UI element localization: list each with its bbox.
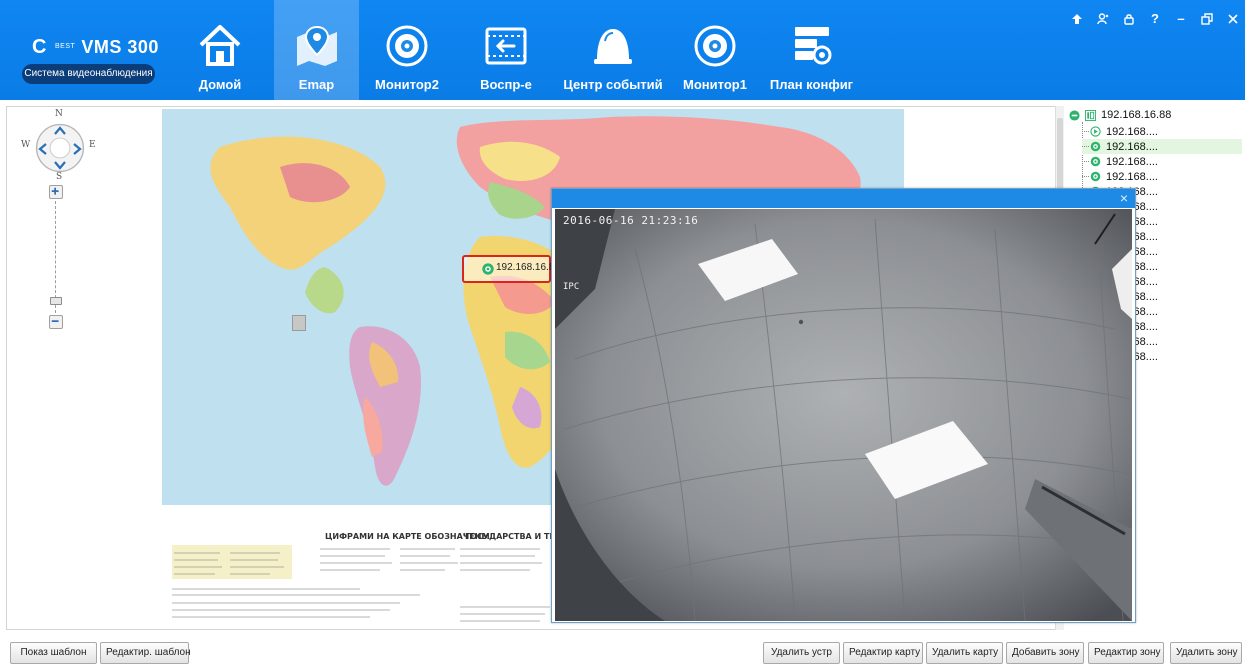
nav-label-config-plan: План конфиг — [769, 77, 854, 92]
home-icon — [199, 25, 241, 66]
close-icon[interactable] — [1221, 8, 1245, 30]
main-nav: Домой Emap Монитор2 Воспр-е Центр событи… — [180, 0, 864, 100]
edit-zone-button[interactable]: Редактир зону — [1088, 642, 1164, 664]
tree-item-channel[interactable]: 192.168.... — [1082, 124, 1158, 139]
video-popup-titlebar[interactable]: × — [552, 189, 1135, 208]
logo-c-mark: C — [32, 36, 53, 58]
restore-icon[interactable] — [1195, 8, 1219, 30]
user-icon[interactable] — [1091, 8, 1115, 30]
camera-marker-icon — [482, 263, 494, 275]
window-controls: ? – — [1063, 8, 1245, 30]
zoom-out-button[interactable] — [49, 315, 63, 329]
pan-down-arrow-icon[interactable] — [52, 158, 68, 172]
tree-item-channel[interactable]: 192.168.... — [1082, 139, 1242, 154]
vms-emap-window: C BEST VMS 300 Система видеонаблюдения Д… — [0, 0, 1245, 668]
pin-icon[interactable] — [1065, 8, 1089, 30]
alarm-bell-icon — [594, 29, 632, 64]
nav-item-config-plan[interactable]: План конфиг — [759, 0, 864, 100]
zoom-slider — [49, 185, 65, 335]
nav-label-emap: Emap — [298, 77, 335, 92]
config-icon — [794, 27, 831, 65]
nav-label-monitor1: Монитор1 — [683, 77, 747, 92]
nav-item-monitor2[interactable]: Монитор2 — [363, 0, 451, 100]
pan-right-arrow-icon[interactable] — [70, 141, 84, 157]
nvr-device-icon — [1085, 109, 1096, 121]
tree-root-node[interactable]: 192.168.16.88 — [1069, 108, 1171, 122]
camera-icon — [1090, 156, 1101, 167]
logo-best: BEST — [55, 43, 76, 50]
minimize-icon[interactable]: – — [1169, 8, 1193, 30]
play-icon — [1090, 126, 1101, 137]
camera-lens-icon — [386, 25, 428, 67]
pan-up-arrow-icon[interactable] — [52, 124, 68, 138]
zoom-handle[interactable] — [50, 297, 62, 305]
live-video-feed[interactable]: 2016-06-16 21:23:16 IPC — [555, 209, 1132, 621]
tree-item-channel[interactable]: 192.168.... — [1082, 169, 1158, 184]
compass-east: E — [89, 140, 96, 150]
delete-device-button[interactable]: Удалить устр — [763, 642, 840, 664]
delete-zone-button[interactable]: Удалить зону — [1170, 642, 1242, 664]
minus-icon — [51, 320, 59, 322]
camera-marker[interactable]: 192.168.16.88 — [462, 255, 560, 283]
nav-item-monitor1[interactable]: Монитор1 — [675, 0, 755, 100]
tree-item-label: 192.168.... — [1106, 170, 1158, 183]
video-scene — [555, 209, 1132, 621]
zoom-in-button[interactable] — [49, 185, 63, 199]
pan-control: N S W E — [21, 109, 99, 185]
playback-icon — [485, 27, 527, 65]
video-close-icon[interactable]: × — [1117, 190, 1131, 206]
compass-north: N — [55, 109, 63, 119]
compass-west: W — [21, 140, 31, 150]
pan-left-arrow-icon[interactable] — [36, 141, 50, 157]
video-channel-label: IPC — [563, 282, 580, 292]
tree-item-label: 192.168.... — [1106, 140, 1158, 153]
map-pin-icon — [296, 25, 337, 66]
top-header: C BEST VMS 300 Система видеонаблюдения Д… — [0, 0, 1245, 100]
nav-item-event-center[interactable]: Центр событий — [553, 0, 673, 100]
edit-map-button[interactable]: Редактир карту — [843, 642, 923, 664]
collapse-icon[interactable] — [1069, 109, 1080, 121]
nav-item-playback[interactable]: Воспр-е — [467, 0, 545, 100]
show-template-button[interactable]: Показ шаблон — [10, 642, 97, 664]
nav-item-home[interactable]: Домой — [180, 0, 260, 100]
tree-root-label: 192.168.16.88 — [1101, 109, 1172, 121]
tree-item-label: 192.168.... — [1106, 155, 1158, 168]
plus-icon — [51, 187, 59, 195]
tree-item-channel[interactable]: 192.168.... — [1082, 154, 1158, 169]
video-timestamp: 2016-06-16 21:23:16 — [563, 214, 699, 227]
add-zone-button[interactable]: Добавить зону — [1006, 642, 1084, 664]
nav-label-monitor2: Монитор2 — [375, 77, 439, 92]
edit-template-button[interactable]: Редактир. шаблон — [100, 642, 191, 664]
nav-item-emap[interactable]: Emap — [274, 0, 359, 100]
nav-label-event-center: Центр событий — [563, 77, 663, 92]
nav-label-home: Домой — [198, 77, 242, 92]
app-logo: C BEST VMS 300 Система видеонаблюдения — [22, 36, 160, 86]
logo-subtitle: Система видеонаблюдения — [22, 64, 155, 84]
camera-lens-icon — [694, 25, 736, 67]
camera-icon — [1090, 141, 1101, 152]
logo-brand: VMS 300 — [81, 37, 159, 57]
live-video-popup[interactable]: × 2016-06-16 21:23:16 IPC — [551, 188, 1136, 623]
delete-map-button[interactable]: Удалить карту — [926, 642, 1003, 664]
camera-icon — [1090, 171, 1101, 182]
help-icon[interactable]: ? — [1143, 8, 1167, 30]
tree-item-label: 192.168.... — [1106, 125, 1158, 138]
nav-label-playback: Воспр-е — [480, 77, 532, 92]
map-small-thumbnail-icon[interactable] — [292, 315, 306, 331]
lock-icon[interactable] — [1117, 8, 1141, 30]
